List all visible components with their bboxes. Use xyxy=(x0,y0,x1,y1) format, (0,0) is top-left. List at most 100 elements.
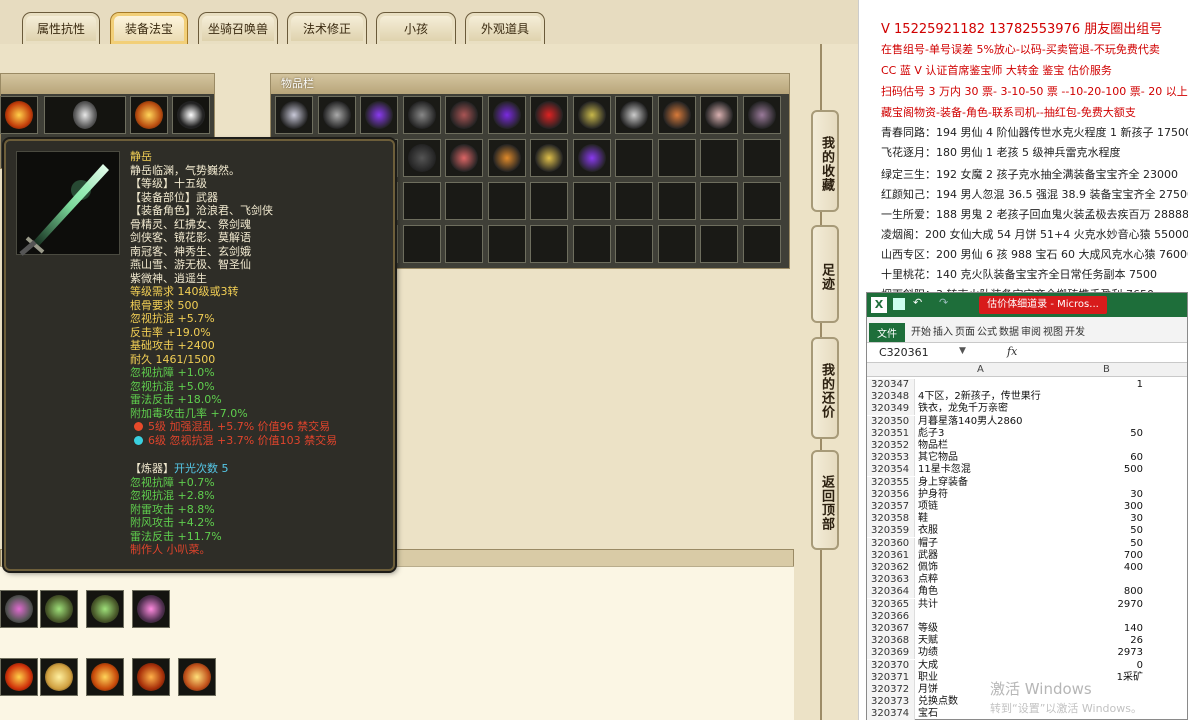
sheet-row[interactable]: 320354 11星卡忽混 500 xyxy=(867,464,1188,477)
row-number[interactable]: 320347 xyxy=(867,379,915,391)
ribbon-tab[interactable]: 插入 xyxy=(933,323,953,338)
row-number[interactable]: 320374 xyxy=(867,708,915,720)
inventory-slot[interactable] xyxy=(530,96,568,134)
cell-a[interactable]: 佩饰 xyxy=(916,562,1046,574)
sheet-row[interactable]: 320348 4下区，2新孩子，传世果行铁衣，龙兔千万亲密 xyxy=(867,391,1188,414)
inventory-slot[interactable] xyxy=(657,96,696,134)
inventory-slot[interactable] xyxy=(530,225,568,263)
cell-a[interactable]: 身上穿装备 xyxy=(916,477,1046,489)
my-offers-button[interactable]: 我的还价 xyxy=(811,337,839,439)
inventory-slot[interactable] xyxy=(657,182,696,220)
inventory-slot[interactable] xyxy=(530,182,568,220)
cell-a[interactable]: 衣服 xyxy=(916,525,1046,537)
cell-b[interactable]: 50 xyxy=(1047,525,1147,537)
sheet-row[interactable]: 320350 月暮星落140男人2860 xyxy=(867,415,1188,428)
fx-icon[interactable]: fx xyxy=(1007,345,1017,358)
inventory-slot[interactable] xyxy=(487,225,526,263)
cell-a[interactable]: 彪子3 xyxy=(916,428,1046,440)
inventory-slot[interactable] xyxy=(402,225,441,263)
row-number[interactable]: 320355 xyxy=(867,476,915,489)
sheet-row[interactable]: 320352 物品栏 xyxy=(867,440,1188,452)
name-box[interactable]: C320361 xyxy=(879,346,929,359)
footprint-button[interactable]: 足迹 xyxy=(811,225,839,323)
cell-b[interactable]: 30 xyxy=(1047,513,1147,525)
row-number[interactable]: 320349 xyxy=(867,403,915,416)
sheet-row[interactable]: 320358 鞋 30 xyxy=(867,513,1188,526)
row-number[interactable]: 320361 xyxy=(867,549,915,562)
equip-slot-weapon[interactable] xyxy=(44,96,126,134)
inventory-slot[interactable] xyxy=(615,225,653,263)
tab-appearance[interactable]: 外观道具 xyxy=(465,12,545,44)
inventory-slot[interactable] xyxy=(572,96,611,134)
sheet-row[interactable]: 320347 1 xyxy=(867,379,1188,391)
inventory-slot[interactable] xyxy=(445,96,483,134)
cell-a[interactable]: 功绩 xyxy=(916,647,1046,659)
equip-slot-c[interactable] xyxy=(86,658,124,696)
row-number[interactable]: 320360 xyxy=(867,537,915,550)
inventory-slot[interactable] xyxy=(657,139,696,177)
col-b-header[interactable]: B xyxy=(1103,364,1110,375)
ribbon-tab[interactable]: 开始 xyxy=(911,323,931,338)
cell-b[interactable]: 2973 xyxy=(1047,647,1147,659)
cell-b[interactable]: 50 xyxy=(1047,538,1147,550)
equip-slot-charm[interactable] xyxy=(172,96,210,134)
row-number[interactable]: 320350 xyxy=(867,415,915,428)
sheet-row[interactable]: 320368 天赋 26 xyxy=(867,635,1188,648)
row-number[interactable]: 320353 xyxy=(867,452,915,465)
inventory-slot[interactable] xyxy=(530,139,568,177)
equip-slot-e[interactable] xyxy=(178,658,216,696)
cell-a[interactable]: 大成 xyxy=(916,660,1046,672)
sheet-row[interactable]: 320363 点粹 xyxy=(867,574,1188,587)
cell-b[interactable]: 0 xyxy=(1047,660,1147,672)
sheet-row[interactable]: 320360 帽子 50 xyxy=(867,537,1188,550)
cell-a[interactable]: 项链 xyxy=(916,501,1046,513)
cell-a[interactable]: 共计 xyxy=(916,599,1046,611)
row-number[interactable]: 320365 xyxy=(867,598,915,611)
cell-a[interactable]: 点粹 xyxy=(916,574,1046,586)
tab-children[interactable]: 小孩 xyxy=(376,12,456,44)
inventory-slot[interactable] xyxy=(572,139,611,177)
cell-b[interactable]: 50 xyxy=(1047,428,1147,440)
inventory-slot[interactable] xyxy=(445,182,483,220)
equip-slot-bracelet[interactable] xyxy=(132,590,170,628)
inventory-slot[interactable] xyxy=(742,182,781,220)
ribbon-tab[interactable]: 文件 xyxy=(869,323,905,342)
row-number[interactable]: 320370 xyxy=(867,659,915,672)
row-number[interactable]: 320368 xyxy=(867,635,915,648)
cell-b[interactable]: 700 xyxy=(1047,550,1147,562)
ribbon-tab[interactable]: 数据 xyxy=(999,323,1019,338)
inventory-slot[interactable] xyxy=(317,96,356,134)
equip-slot-necklace[interactable] xyxy=(0,590,38,628)
row-number[interactable]: 320366 xyxy=(867,610,915,623)
back-to-top-button[interactable]: 返回顶部 xyxy=(811,450,839,550)
cell-a[interactable]: 天赋 xyxy=(916,635,1046,647)
cell-a[interactable]: 帽子 xyxy=(916,538,1046,550)
row-number[interactable]: 320354 xyxy=(867,464,915,477)
sheet-row[interactable]: 320356 护身符 30 xyxy=(867,488,1188,501)
inventory-slot[interactable] xyxy=(742,96,781,134)
my-favorites-button[interactable]: 我的收藏 xyxy=(811,110,839,212)
inventory-slot[interactable] xyxy=(742,139,781,177)
cell-b[interactable]: 60 xyxy=(1047,452,1147,464)
cell-b[interactable]: 26 xyxy=(1047,635,1147,647)
sheet-row[interactable]: 320355 身上穿装备 xyxy=(867,476,1188,489)
sheet-row[interactable]: 320369 功绩 2973 xyxy=(867,647,1188,660)
row-number[interactable]: 320351 xyxy=(867,427,915,440)
tab-attributes[interactable]: 属性抗性 xyxy=(22,12,100,44)
cell-a[interactable]: 角色 xyxy=(916,586,1046,598)
cell-b[interactable]: 500 xyxy=(1047,464,1147,476)
cell-a[interactable]: 月暮星落140男人2860 xyxy=(916,416,1046,428)
row-number[interactable]: 320357 xyxy=(867,501,915,513)
ribbon-tab[interactable]: 审阅 xyxy=(1021,323,1041,338)
cell-a[interactable]: 护身符 xyxy=(916,489,1046,501)
tab-mounts[interactable]: 坐骑召唤兽 xyxy=(198,12,278,44)
equip-slot-armor[interactable] xyxy=(130,96,168,134)
inventory-slot[interactable] xyxy=(742,225,781,263)
tab-equipment[interactable]: 装备法宝 xyxy=(110,12,188,44)
equip-slot-a[interactable] xyxy=(0,658,38,696)
equip-slot-b[interactable] xyxy=(40,658,78,696)
row-number[interactable]: 320364 xyxy=(867,586,915,599)
ribbon-tab[interactable]: 开发 xyxy=(1065,323,1085,338)
redo-icon[interactable]: ↷ xyxy=(939,296,948,309)
cell-a[interactable]: 等级 xyxy=(916,623,1046,635)
